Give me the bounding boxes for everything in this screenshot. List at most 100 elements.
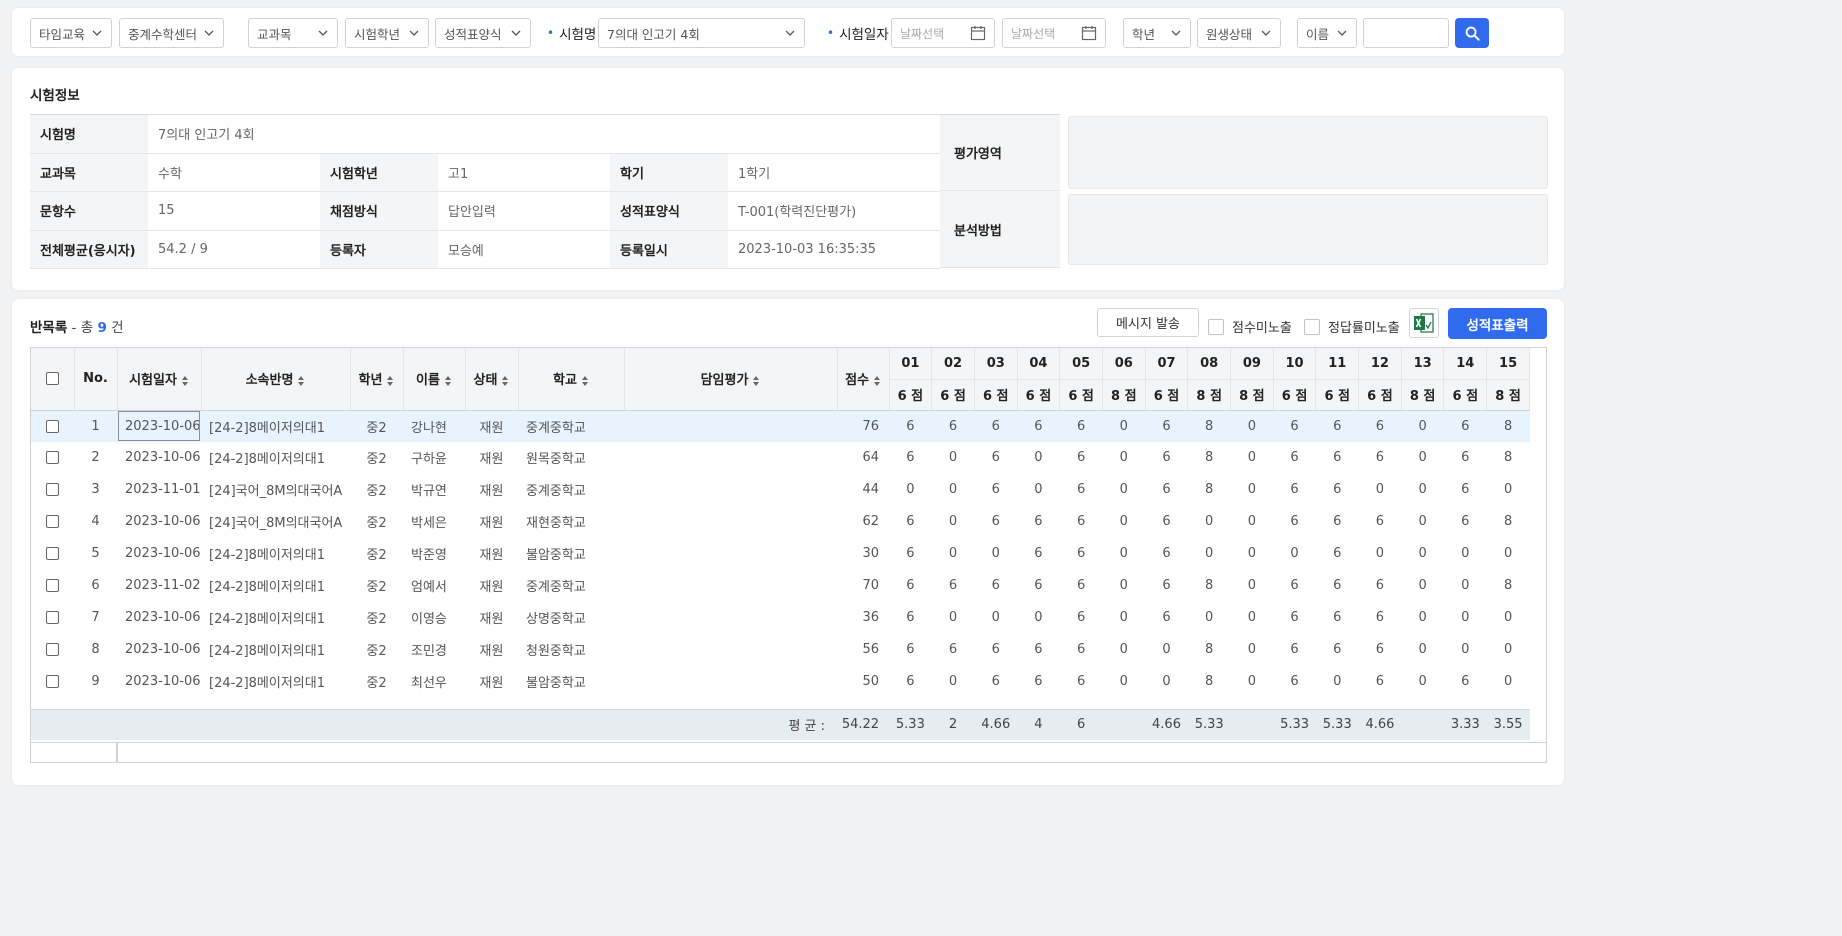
search-button[interactable] — [1455, 18, 1489, 48]
cell-question-score: 6 — [1034, 673, 1043, 689]
cell-name: 조민경 — [411, 643, 447, 659]
cell-eval[interactable] — [624, 538, 837, 570]
search-field-select[interactable]: 이름 — [1297, 18, 1357, 48]
average-question: 3.33 — [1443, 708, 1487, 741]
cell-name: 최선우 — [411, 675, 447, 691]
cell-question-score: 6 — [1145, 410, 1188, 442]
row-checkbox[interactable] — [46, 578, 59, 592]
cell-question-score: 0 — [1247, 514, 1257, 530]
col-grade[interactable]: 학년 — [350, 348, 404, 411]
cell-question-score: 6 — [991, 482, 1000, 498]
sort-icon — [444, 375, 451, 386]
cell-no: 5 — [91, 546, 100, 561]
question-points: 8 점 — [1230, 378, 1274, 411]
grid-footer — [31, 742, 1546, 762]
print-report-button[interactable]: 성적표출력 — [1448, 308, 1547, 339]
average-question — [1102, 708, 1146, 741]
cell-grade: 중2 — [366, 643, 387, 659]
info-value: 모승예 — [438, 230, 610, 269]
excel-icon — [1414, 313, 1434, 333]
cell-question-score: 0 — [1461, 641, 1470, 657]
row-checkbox[interactable] — [46, 674, 59, 688]
checkbox-box[interactable] — [1208, 318, 1224, 335]
cell-question-score: 6 — [948, 577, 958, 593]
org-select[interactable]: 타임교육 — [30, 18, 112, 48]
hide-score-checkbox[interactable]: 점수미노출 — [1208, 317, 1292, 336]
table-row[interactable]: 5 2023-10-06 [24-2]8메이저의대1 중2 박준영 재원 불암중학교 30 6 0… — [31, 538, 1530, 570]
row-checkbox[interactable] — [46, 547, 59, 560]
table-row[interactable]: 4 2023-10-06 [24]국어_8M의대국어A 중2 박세은 재원 재현중학교 62 6… — [31, 506, 1530, 538]
cell-school: 불암중학교 — [526, 675, 586, 691]
cell-school: 중계중학교 — [526, 484, 586, 500]
cell-question-score: 6 — [1333, 641, 1342, 657]
date-to-input[interactable]: 날짜선택 — [1002, 18, 1106, 48]
cell-eval[interactable] — [624, 410, 838, 442]
cell-eval[interactable] — [624, 506, 837, 538]
excel-download-button[interactable] — [1409, 308, 1439, 338]
checkbox-box[interactable] — [1304, 318, 1320, 335]
table-row[interactable]: 6 2023-11-02 [24-2]8메이저의대1 중2 엄예서 재원 중계중학교 70 6 6… — [31, 569, 1530, 601]
center-select[interactable]: 중계수학센터 — [119, 18, 224, 48]
row-checkbox[interactable] — [46, 515, 59, 529]
col-eval[interactable]: 담임평가 — [624, 348, 838, 411]
cell-question-score: 6 — [991, 514, 1000, 530]
cell-class: [24-2]8메이저의대1 — [209, 675, 325, 691]
cell-school: 중계중학교 — [518, 410, 625, 442]
hide-rate-checkbox[interactable]: 정답률미노출 — [1304, 317, 1400, 336]
info-value: T-001(학력진단평가) — [728, 191, 940, 231]
table-row[interactable]: 9 2023-10-06 [24-2]8메이저의대1 중2 최선우 재원 불암중학교 50 6 0… — [31, 665, 1530, 697]
row-checkbox[interactable] — [46, 419, 59, 433]
cell-question-score: 6 — [1059, 410, 1103, 442]
table-row[interactable]: 1 2023-10-06 [24-2]8메이저의대1 중2 강나현 재원 중계중학교 76 6 6… — [31, 410, 1530, 442]
select-all-checkbox[interactable] — [45, 372, 59, 386]
table-row[interactable]: 3 2023-11-01 [24]국어_8M의대국어A 중2 박규연 재원 중계중학교 44 0… — [31, 474, 1530, 506]
cell-eval[interactable] — [624, 442, 837, 474]
row-checkbox[interactable] — [46, 483, 59, 497]
cell-question-score: 0 — [1503, 673, 1513, 689]
subject-select[interactable]: 교과목 — [248, 18, 338, 48]
table-row[interactable]: 2 2023-10-06 [24-2]8메이저의대1 중2 구하윤 재원 원목중학교 64 6 0… — [31, 442, 1530, 474]
cell-eval[interactable] — [624, 665, 837, 697]
question-number: 02 — [931, 348, 975, 379]
col-class[interactable]: 소속반명 — [201, 348, 351, 411]
row-select — [31, 410, 74, 442]
row-select — [31, 633, 74, 665]
cell-eval[interactable] — [624, 474, 837, 506]
report-format-select[interactable]: 성적표양식 — [435, 18, 531, 48]
class-grid: No. 시험일자 소속반명 학년 이름 상태 학교 담임평가 점수 01 02 03 04 05 06 07 0… — [30, 347, 1547, 763]
cell-eval[interactable] — [624, 633, 837, 665]
student-grade-select[interactable]: 학년 — [1123, 18, 1191, 48]
col-name[interactable]: 이름 — [403, 348, 466, 411]
col-score[interactable]: 점수 — [837, 348, 890, 411]
row-select — [31, 506, 74, 538]
col-status[interactable]: 상태 — [465, 348, 519, 411]
col-date[interactable]: 시험일자 — [117, 348, 202, 411]
cell-grade: 중2 — [350, 410, 404, 442]
sort-icon — [753, 375, 760, 386]
question-points: 8 점 — [1401, 378, 1445, 411]
cell-eval[interactable] — [624, 601, 837, 633]
cell-grade: 중2 — [366, 548, 387, 563]
student-status-select[interactable]: 원생상태 — [1197, 18, 1281, 48]
exam-grade-select[interactable]: 시험학년 — [345, 18, 429, 48]
search-icon — [1465, 26, 1480, 41]
row-select — [31, 442, 74, 474]
exam-name-select[interactable]: 7의대 인고기 4회 — [598, 18, 805, 48]
col-school[interactable]: 학교 — [518, 348, 625, 411]
table-row[interactable]: 8 2023-10-06 [24-2]8메이저의대1 중2 조민경 재원 청원중학교 56 6 6… — [31, 633, 1530, 665]
cell-no: 4 — [91, 514, 100, 530]
cell-question-score: 6 — [1162, 450, 1171, 466]
col-no: No. — [74, 348, 118, 411]
date-from-input[interactable]: 날짜선택 — [891, 18, 995, 48]
send-message-button[interactable]: 메시지 발송 — [1097, 308, 1199, 337]
row-checkbox[interactable] — [46, 610, 59, 624]
question-points: 6 점 — [1358, 378, 1402, 411]
row-checkbox[interactable] — [46, 451, 59, 465]
info-value: 수학 — [148, 153, 320, 192]
row-checkbox[interactable] — [46, 642, 59, 656]
table-row[interactable]: 7 2023-10-06 [24-2]8메이저의대1 중2 이영승 재원 상명중학교 36 6 0… — [31, 601, 1530, 633]
cell-question-score: 6 — [1076, 482, 1086, 498]
cell-eval[interactable] — [624, 569, 837, 601]
search-input[interactable] — [1363, 18, 1449, 48]
cell-question-score: 6 — [1333, 546, 1342, 561]
